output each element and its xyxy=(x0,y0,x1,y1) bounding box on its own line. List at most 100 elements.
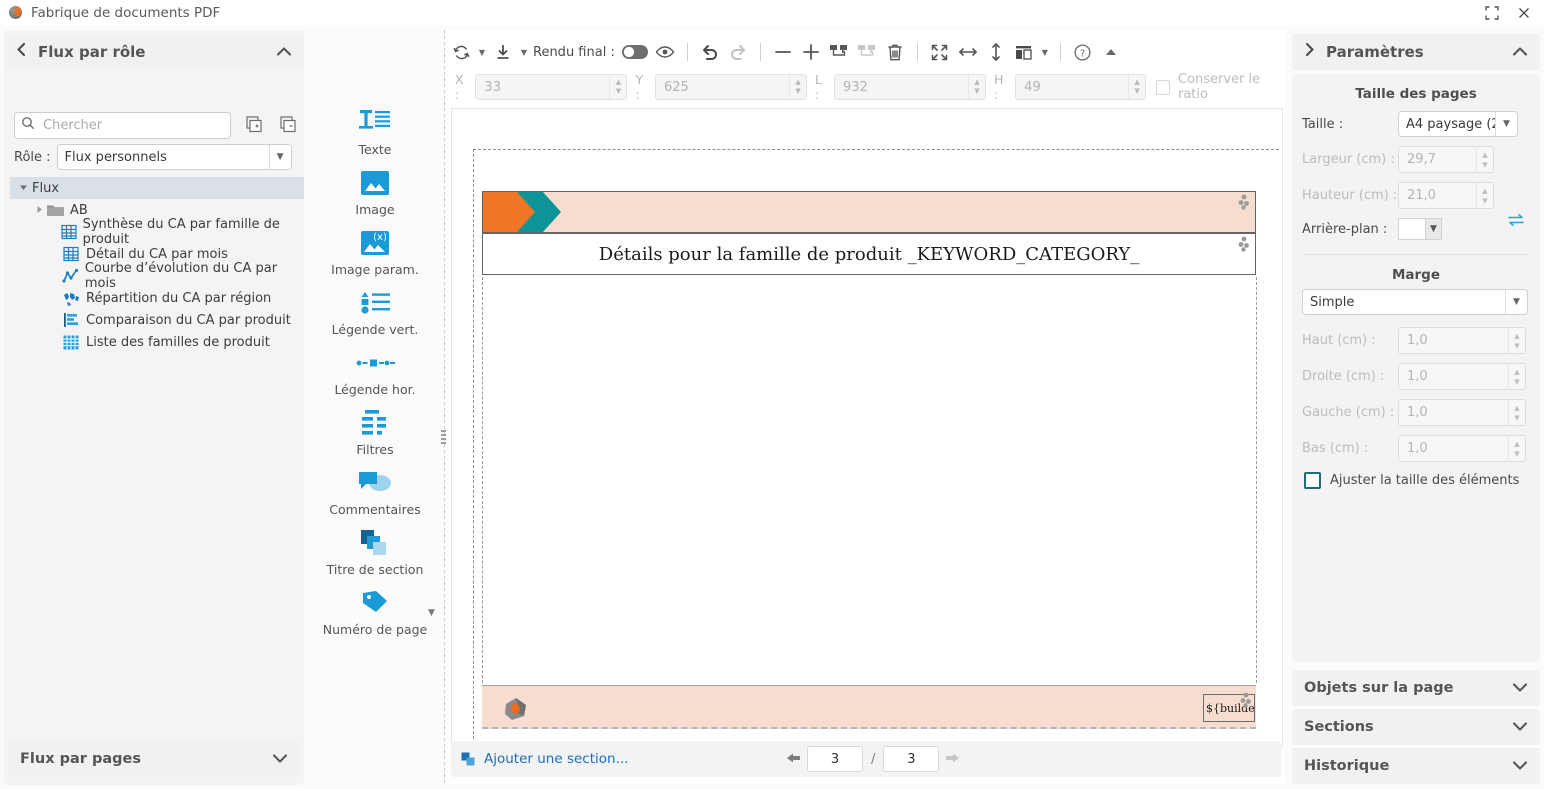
margin-bottom-stepper[interactable]: ▲ ▼ xyxy=(1508,436,1525,461)
y-stepper[interactable]: ▲ ▼ xyxy=(789,75,806,99)
refresh-caret-down-icon[interactable]: ▼ xyxy=(475,38,489,66)
tree-item[interactable]: Répartition du CA par région xyxy=(10,287,304,309)
render-final-toggle[interactable] xyxy=(619,38,651,66)
chevron-down-icon[interactable]: ▼ xyxy=(1495,112,1517,136)
close-icon[interactable] xyxy=(1508,0,1540,26)
redo-icon[interactable] xyxy=(724,38,752,66)
tree-twisty-icon[interactable] xyxy=(32,205,46,216)
width-input[interactable]: 932 ▲ ▼ xyxy=(833,74,986,100)
objects-on-page-accordion[interactable]: Objets sur la page xyxy=(1292,670,1540,706)
current-page-input[interactable]: 3 xyxy=(807,746,863,772)
search-input[interactable] xyxy=(41,116,224,134)
role-select[interactable]: Flux personnels ▼ xyxy=(56,144,292,170)
document-canvas[interactable]: Détails pour la famille de produit _KEYW… xyxy=(451,108,1283,748)
fit-width-icon[interactable] xyxy=(954,38,982,66)
palette-tool[interactable]: Titre de section xyxy=(312,525,438,577)
maximize-icon[interactable] xyxy=(1476,0,1508,26)
margin-right-input[interactable]: 1,0 ▲ ▼ xyxy=(1398,363,1526,390)
expand-all-icon[interactable] xyxy=(243,114,265,136)
chevron-left-icon[interactable] xyxy=(4,42,38,62)
margin-bottom-input[interactable]: 1,0 ▲ ▼ xyxy=(1398,435,1526,462)
fit-page-icon[interactable] xyxy=(926,38,954,66)
tree-item[interactable]: Comparaison du CA par produit xyxy=(10,309,304,331)
fit-height-icon[interactable] xyxy=(982,38,1010,66)
download-icon[interactable] xyxy=(489,38,517,66)
margin-left-stepper[interactable]: ▲ ▼ xyxy=(1508,400,1525,425)
gear-handle-icon[interactable] xyxy=(1239,692,1253,708)
background-color-swatch[interactable] xyxy=(1398,218,1426,240)
chevron-right-icon[interactable] xyxy=(1292,42,1326,62)
page-height-stepper[interactable]: ▲ ▼ xyxy=(1476,183,1493,208)
total-pages-input[interactable]: 3 xyxy=(883,746,940,772)
ungroup-icon[interactable] xyxy=(853,38,881,66)
margin-right-stepper[interactable]: ▲ ▼ xyxy=(1508,364,1525,389)
width-stepper[interactable]: ▲ ▼ xyxy=(967,75,985,99)
zoom-out-icon[interactable] xyxy=(769,38,797,66)
adjust-elements-row[interactable]: Ajuster la taille des éléments xyxy=(1304,472,1530,489)
swap-orientation-icon[interactable] xyxy=(1506,212,1526,232)
chevron-down-icon[interactable]: ▼ xyxy=(1505,290,1527,314)
add-section-button[interactable]: Ajouter une section... xyxy=(461,751,628,767)
margin-left-input[interactable]: 1,0 ▲ ▼ xyxy=(1398,399,1526,426)
page-width-input[interactable]: 29,7 ▲ ▼ xyxy=(1398,146,1494,173)
zoom-in-icon[interactable] xyxy=(797,38,825,66)
chevron-down-icon[interactable]: ▼ xyxy=(268,145,291,169)
adjust-elements-checkbox[interactable] xyxy=(1304,472,1321,489)
chevron-down-icon[interactable] xyxy=(272,750,288,768)
palette-tool[interactable]: Légende vert. xyxy=(312,285,438,337)
layout-caret-down-icon[interactable]: ▼ xyxy=(1038,38,1052,66)
chevron-up-icon[interactable] xyxy=(1512,43,1528,61)
palette-tool[interactable]: (x) Image param. xyxy=(312,225,438,277)
margin-top-stepper[interactable]: ▲ ▼ xyxy=(1508,328,1525,353)
flux-par-pages-accordion[interactable]: Flux par pages xyxy=(8,741,300,777)
chevron-down-icon[interactable] xyxy=(1512,718,1528,736)
page-width-stepper[interactable]: ▲ ▼ xyxy=(1476,147,1493,172)
palette-tool[interactable]: Image xyxy=(312,165,438,217)
tree-item[interactable]: Synthèse du CA par famille de produit xyxy=(10,217,304,247)
prev-page-button[interactable] xyxy=(781,750,807,769)
tree-item[interactable]: Flux xyxy=(10,177,304,199)
next-page-button[interactable] xyxy=(939,750,965,769)
filters-icon[interactable] xyxy=(312,405,438,441)
image-tool-icon[interactable] xyxy=(312,165,438,201)
page-number-icon[interactable] xyxy=(312,585,438,621)
sections-accordion[interactable]: Sections xyxy=(1292,709,1540,745)
x-input[interactable]: 33 ▲ ▼ xyxy=(475,74,628,100)
search-input-wrapper[interactable] xyxy=(14,111,231,139)
chevron-up-icon[interactable] xyxy=(276,43,292,61)
height-input[interactable]: 49 ▲ ▼ xyxy=(1015,74,1147,100)
group-icon[interactable] xyxy=(825,38,853,66)
palette-tool[interactable]: Commentaires xyxy=(312,465,438,517)
header-band[interactable] xyxy=(482,191,1256,233)
y-input[interactable]: 625 ▲ ▼ xyxy=(655,74,808,100)
palette-tool[interactable]: Légende hor. xyxy=(312,345,438,397)
comments-icon[interactable] xyxy=(312,465,438,501)
left-panel-header[interactable]: Flux par rôle xyxy=(4,34,304,70)
chevron-down-icon[interactable]: ▼ xyxy=(1426,218,1442,240)
parameters-header[interactable]: Paramètres xyxy=(1292,34,1540,70)
tree-item[interactable]: Liste des familles de produit xyxy=(10,331,304,353)
tree-twisty-icon[interactable] xyxy=(16,183,30,194)
chevron-down-icon[interactable] xyxy=(1512,757,1528,775)
gear-handle-icon[interactable] xyxy=(1237,236,1251,252)
page-height-input[interactable]: 21,0 ▲ ▼ xyxy=(1398,182,1494,209)
undo-icon[interactable] xyxy=(696,38,724,66)
download-caret-down-icon[interactable]: ▼ xyxy=(517,38,531,66)
chevron-down-icon[interactable] xyxy=(1512,679,1528,697)
text-tool-icon[interactable] xyxy=(312,105,438,141)
margin-preset-select[interactable]: Simple ▼ xyxy=(1302,289,1528,315)
parametrized-image-tool-icon[interactable]: (x) xyxy=(312,225,438,261)
collapse-toolbar-icon[interactable] xyxy=(1097,38,1125,66)
palette-tool[interactable]: Filtres xyxy=(312,405,438,457)
help-icon[interactable]: ? xyxy=(1069,38,1097,66)
layout-icon[interactable] xyxy=(1010,38,1038,66)
page-size-select[interactable]: A4 paysage (29 ▼ xyxy=(1398,111,1518,137)
vertical-legend-icon[interactable] xyxy=(312,285,438,321)
height-stepper[interactable]: ▲ ▼ xyxy=(1128,75,1145,99)
gear-handle-icon[interactable] xyxy=(1237,194,1251,210)
collapse-all-icon[interactable] xyxy=(277,114,299,136)
keep-ratio-checkbox[interactable] xyxy=(1156,79,1170,95)
trash-icon[interactable] xyxy=(881,38,909,66)
section-title-band[interactable]: Détails pour la famille de produit _KEYW… xyxy=(482,233,1256,275)
historique-accordion[interactable]: Historique xyxy=(1292,748,1540,784)
